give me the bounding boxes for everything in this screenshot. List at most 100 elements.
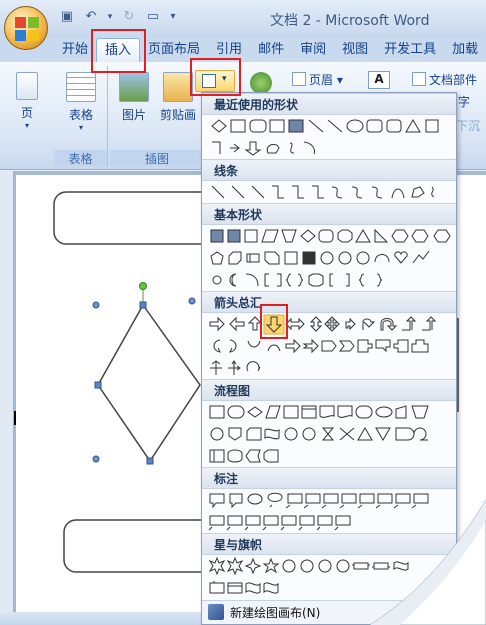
resize-handle-top-right[interactable] [188,297,196,305]
basic-lightning[interactable] [412,250,430,264]
line-double-arrow[interactable] [251,185,265,199]
shape-diamond[interactable] [211,119,227,133]
arrow-left[interactable] [229,316,245,332]
flow-manual-operation[interactable] [411,405,429,419]
flow-multidocument[interactable] [337,405,353,418]
basic-plaque[interactable] [228,251,242,265]
callout-line-3[interactable] [321,493,339,509]
flow-manual-input[interactable] [395,405,407,419]
line-curve[interactable] [391,188,405,199]
basic-diamond[interactable] [300,229,316,243]
diamond-shape[interactable] [97,303,201,463]
shape-line[interactable] [308,119,324,133]
line-curved-double-arrow[interactable] [371,186,383,199]
basic-pentagon[interactable] [210,251,224,265]
flow-collate[interactable] [321,427,335,441]
banner-ribbon-up[interactable] [372,562,390,570]
shape-rounded-rect-2[interactable] [366,119,383,133]
basic-right-bracket[interactable] [346,273,350,287]
star-32-point[interactable] [336,559,350,573]
callout-accent-2[interactable] [375,493,393,509]
callout-rounded-rect[interactable] [229,493,243,509]
basic-left-brace[interactable] [358,273,365,287]
flow-card[interactable] [246,427,262,441]
flow-terminator[interactable] [355,405,373,419]
callout-cloud[interactable] [267,492,283,508]
basic-arc[interactable] [245,273,259,287]
callout-border-2[interactable] [226,515,243,531]
flow-process[interactable] [209,405,225,419]
shape-square[interactable] [425,119,439,133]
basic-left-bracket[interactable] [329,273,333,287]
flow-internal-storage[interactable] [301,405,317,419]
arrow-striped-right[interactable] [285,338,301,354]
basic-trapezoid[interactable] [281,229,297,243]
line-elbow-arrow[interactable] [292,185,304,199]
arrow-curved-down[interactable] [267,344,281,352]
rounded-rect-shape-bottom[interactable] [63,519,225,573]
basic-no-symbol[interactable] [356,251,370,265]
flow-decision[interactable] [247,406,263,418]
callout-accent-border-3[interactable] [316,515,333,531]
basic-rectangle[interactable] [244,229,258,243]
callout-accent-border-2[interactable] [298,515,315,531]
basic-frame[interactable] [284,251,298,265]
banner-wave[interactable] [245,582,261,594]
flow-punched-tape[interactable] [264,428,280,440]
banner-horizontal-scroll[interactable] [227,582,243,594]
callout-accent-1[interactable] [357,493,375,509]
line-curved[interactable] [331,186,343,199]
banner-vertical-scroll[interactable] [209,581,225,594]
basic-sun[interactable] [212,275,222,285]
basic-rounded-rect[interactable] [318,229,334,243]
basic-hexagon-2[interactable] [411,229,429,243]
flow-stored-data[interactable] [395,427,415,441]
resize-handle-top[interactable] [139,301,147,309]
flow-alternate-process[interactable] [227,405,245,419]
basic-double-bracket[interactable] [264,273,282,287]
callout-line-1[interactable] [285,493,303,509]
line-scribble[interactable] [431,186,435,198]
flow-merge[interactable] [375,427,391,441]
flow-sequential-storage[interactable] [209,449,225,463]
line-curved-arrow[interactable] [351,186,363,199]
line-freeform[interactable] [411,186,425,198]
arrow-notched-right[interactable] [302,338,319,354]
basic-plaque-2[interactable] [308,273,324,287]
callout-accent-border-1[interactable] [280,515,297,531]
shape-arc[interactable] [303,141,315,155]
star-explosion-2[interactable] [226,556,244,576]
callout-right-arrow[interactable] [357,339,373,353]
line-arrow[interactable] [231,185,245,199]
flow-direct-access[interactable] [245,449,261,463]
arrow-u-turn[interactable] [380,318,398,331]
arrow-left-up[interactable] [402,316,417,331]
callout-down-arrow[interactable] [375,339,391,353]
arrow-chevron[interactable] [338,340,355,352]
basic-hexagon[interactable] [391,229,409,243]
shape-rounded-rect-3[interactable] [386,119,402,133]
callout-border-4[interactable] [262,515,279,531]
callout-border-3[interactable] [244,515,261,531]
rounded-rect-shape-top[interactable] [53,191,215,245]
flow-display[interactable] [263,449,279,463]
callout-quad-arrow[interactable] [228,360,241,375]
arrow-pentagon[interactable] [321,340,337,352]
shape-down-arrow[interactable] [244,141,262,156]
callout-border-1[interactable] [208,515,225,531]
rotate-handle[interactable] [139,282,147,290]
basic-cube[interactable] [246,253,260,263]
callout-accent-border-4[interactable] [334,515,351,531]
callout-up-arrow[interactable] [411,339,429,353]
flow-predefined[interactable] [283,405,299,419]
basic-triangle[interactable] [355,229,371,243]
basic-heart[interactable] [394,251,408,264]
resize-handle-bottom[interactable] [146,457,154,465]
arrow-circular[interactable] [246,361,261,372]
star-5-point[interactable] [262,557,280,574]
shape-curve[interactable] [289,142,295,154]
shape-freeform[interactable] [266,143,280,154]
line-elbow[interactable] [272,185,284,199]
shape-arrow-line[interactable] [327,119,343,133]
arrow-right[interactable] [209,316,225,332]
